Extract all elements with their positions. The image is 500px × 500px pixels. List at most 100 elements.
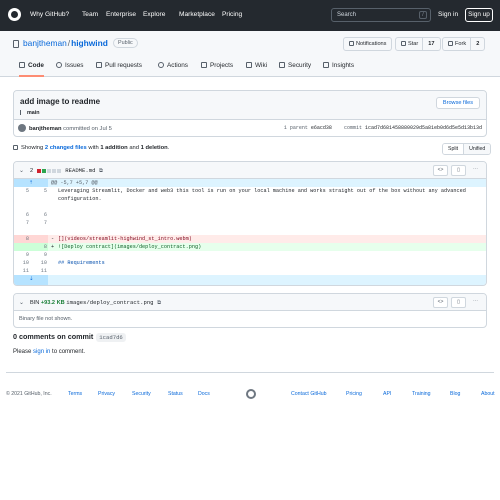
file-name-link[interactable]: README.md <box>65 167 95 174</box>
comments-commit-sha: 1cad7d6 <box>96 333 126 342</box>
file-name-link[interactable]: images/deploy_contract.png <box>66 299 153 306</box>
footer-link-contact[interactable]: Contact GitHub <box>291 391 326 397</box>
nav-team[interactable]: Team <box>82 11 98 18</box>
footer-link-status[interactable]: Status <box>168 391 183 397</box>
github-footer-logo-icon[interactable] <box>246 389 256 399</box>
search-input[interactable]: Search / <box>331 8 431 22</box>
tab-projects[interactable]: Projects <box>201 60 233 77</box>
chevron-down-icon[interactable]: ⌄ <box>19 299 24 306</box>
avatar[interactable] <box>18 124 26 132</box>
old-line-number[interactable]: 10 <box>14 259 29 267</box>
fork-button[interactable]: Fork 2 <box>442 37 486 51</box>
new-line-number[interactable]: 6 <box>32 211 47 219</box>
split-view-button[interactable]: Split <box>443 144 464 154</box>
github-logo-icon[interactable] <box>8 8 21 21</box>
fork-count[interactable]: 2 <box>470 38 484 50</box>
browse-files-button[interactable]: Browse files <box>435 97 480 109</box>
shield-icon <box>279 62 285 68</box>
branch-label[interactable]: main <box>20 110 40 116</box>
tab-pull-requests[interactable]: Pull requests <box>96 60 142 77</box>
new-line-number[interactable]: 5 <box>32 187 47 195</box>
star-count[interactable]: 17 <box>422 38 439 50</box>
sign-up-button[interactable]: Sign up <box>465 8 493 22</box>
new-line-number[interactable]: 9 <box>32 251 47 259</box>
diff-lines: 55 Leveraging Streamlit, Docker and web3… <box>14 187 486 275</box>
play-icon <box>158 62 164 68</box>
summary-and: and <box>129 145 139 151</box>
nav-pricing[interactable]: Pricing <box>222 11 242 18</box>
old-line-number[interactable]: 8 <box>14 235 29 243</box>
expand-down-icon[interactable]: ⇣ <box>29 276 34 282</box>
line-code: [](videos/streamlit-highwind_st_intro.we… <box>58 236 192 242</box>
footer-link-terms[interactable]: Terms <box>68 391 82 397</box>
unified-view-button[interactable]: Unified <box>463 144 491 154</box>
chevron-down-icon[interactable]: ⌄ <box>19 167 24 174</box>
tab-security[interactable]: Security <box>279 60 311 77</box>
comments-heading-text: 0 comments on commit <box>13 332 94 341</box>
copy-icon[interactable]: ⧉ <box>157 300 161 306</box>
tab-wiki[interactable]: Wiki <box>246 60 267 77</box>
parent-sha-link[interactable]: e6acd38 <box>311 125 332 131</box>
diffstat-neutral-block <box>56 169 61 173</box>
file-view-icon[interactable]: ▯ <box>451 165 466 176</box>
commit-author-link[interactable]: banjtheman <box>29 126 62 132</box>
sign-in-to-comment-link[interactable]: sign in <box>33 349 50 355</box>
nav-marketplace[interactable]: Marketplace <box>179 11 215 18</box>
nav-explore[interactable]: Explore <box>143 11 165 18</box>
tab-actions[interactable]: Actions <box>158 60 188 77</box>
new-line-number[interactable]: 7 <box>32 219 47 227</box>
footer-link-training[interactable]: Training <box>412 391 431 397</box>
fork-icon <box>448 41 453 47</box>
line-code: ![Deploy contract](images/deploy_contrac… <box>58 244 202 250</box>
hunk-header: ⇡ @@ -5,7 +5,7 @@ <box>14 179 486 187</box>
file-header: ⌄ BIN +93.2 KB images/deploy_contract.pn… <box>14 294 486 311</box>
footer-link-security[interactable]: Security <box>132 391 151 397</box>
footer-link-api[interactable]: API <box>383 391 391 397</box>
old-line-number[interactable]: 7 <box>14 219 29 227</box>
new-line-number[interactable]: 10 <box>32 259 47 267</box>
nav-why-github[interactable]: Why GitHub? <box>30 11 69 18</box>
expand-up-icon[interactable]: ⇡ <box>29 179 33 187</box>
tab-code[interactable]: Code <box>19 60 44 77</box>
star-button[interactable]: Star 17 <box>395 37 441 51</box>
old-line-number[interactable]: 11 <box>14 267 29 275</box>
old-line-number[interactable]: 9 <box>14 251 29 259</box>
tab-issues[interactable]: Issues <box>56 60 83 77</box>
commit-sha: 1cad7d681458880029d5a81eb0d6d5e5d13b13d <box>364 125 482 131</box>
footer-link-privacy[interactable]: Privacy <box>98 391 115 397</box>
repo-icon <box>13 40 19 48</box>
repo-owner-link[interactable]: banjtheman <box>23 38 67 48</box>
notifications-button[interactable]: Notifications <box>343 37 393 51</box>
footer-link-pricing[interactable]: Pricing <box>346 391 362 397</box>
branch-icon <box>20 110 24 115</box>
change-count: 2 <box>30 168 34 174</box>
summary-prefix: Showing <box>21 145 44 151</box>
footer-link-blog[interactable]: Blog <box>450 391 460 397</box>
added-line: 8 + ![Deploy contract](images/deploy_contr… <box>14 243 486 251</box>
new-line-number[interactable]: 8 <box>32 243 47 251</box>
context-line: 66 <box>14 211 486 219</box>
footer-link-docs[interactable]: Docs <box>198 391 210 397</box>
diffstat <box>36 169 62 175</box>
repo-name-link[interactable]: highwind <box>71 38 108 48</box>
expand-down-row: ⇣ <box>14 275 486 285</box>
file-diff-readme: ⌄ 2 README.md ⧉ <> ▯ ⋯ ⇡ @@ -5,7 +5,7 @@… <box>13 161 487 286</box>
copy-icon[interactable]: ⧉ <box>99 168 103 174</box>
tab-insights[interactable]: Insights <box>323 60 354 77</box>
kebab-menu-icon[interactable]: ⋯ <box>468 297 483 308</box>
repo-title: banjtheman/highwind <box>23 38 108 48</box>
code-view-icon[interactable]: <> <box>433 165 448 176</box>
nav-enterprise[interactable]: Enterprise <box>106 11 136 18</box>
changed-files-link[interactable]: 2 changed files <box>45 145 87 151</box>
file-view-icon[interactable]: ▯ <box>451 297 466 308</box>
code-view-icon[interactable]: <> <box>433 297 448 308</box>
repo-separator: / <box>67 38 71 48</box>
old-line-number[interactable]: 5 <box>14 187 29 195</box>
footer-link-about[interactable]: About <box>481 391 495 397</box>
old-line-number[interactable]: 6 <box>14 211 29 219</box>
new-line-number[interactable]: 11 <box>32 267 47 275</box>
kebab-menu-icon[interactable]: ⋯ <box>468 165 483 176</box>
sign-in-link[interactable]: Sign in <box>438 11 458 18</box>
file-size-change: +93.2 KB <box>40 300 65 306</box>
context-line: 99 <box>14 251 486 259</box>
